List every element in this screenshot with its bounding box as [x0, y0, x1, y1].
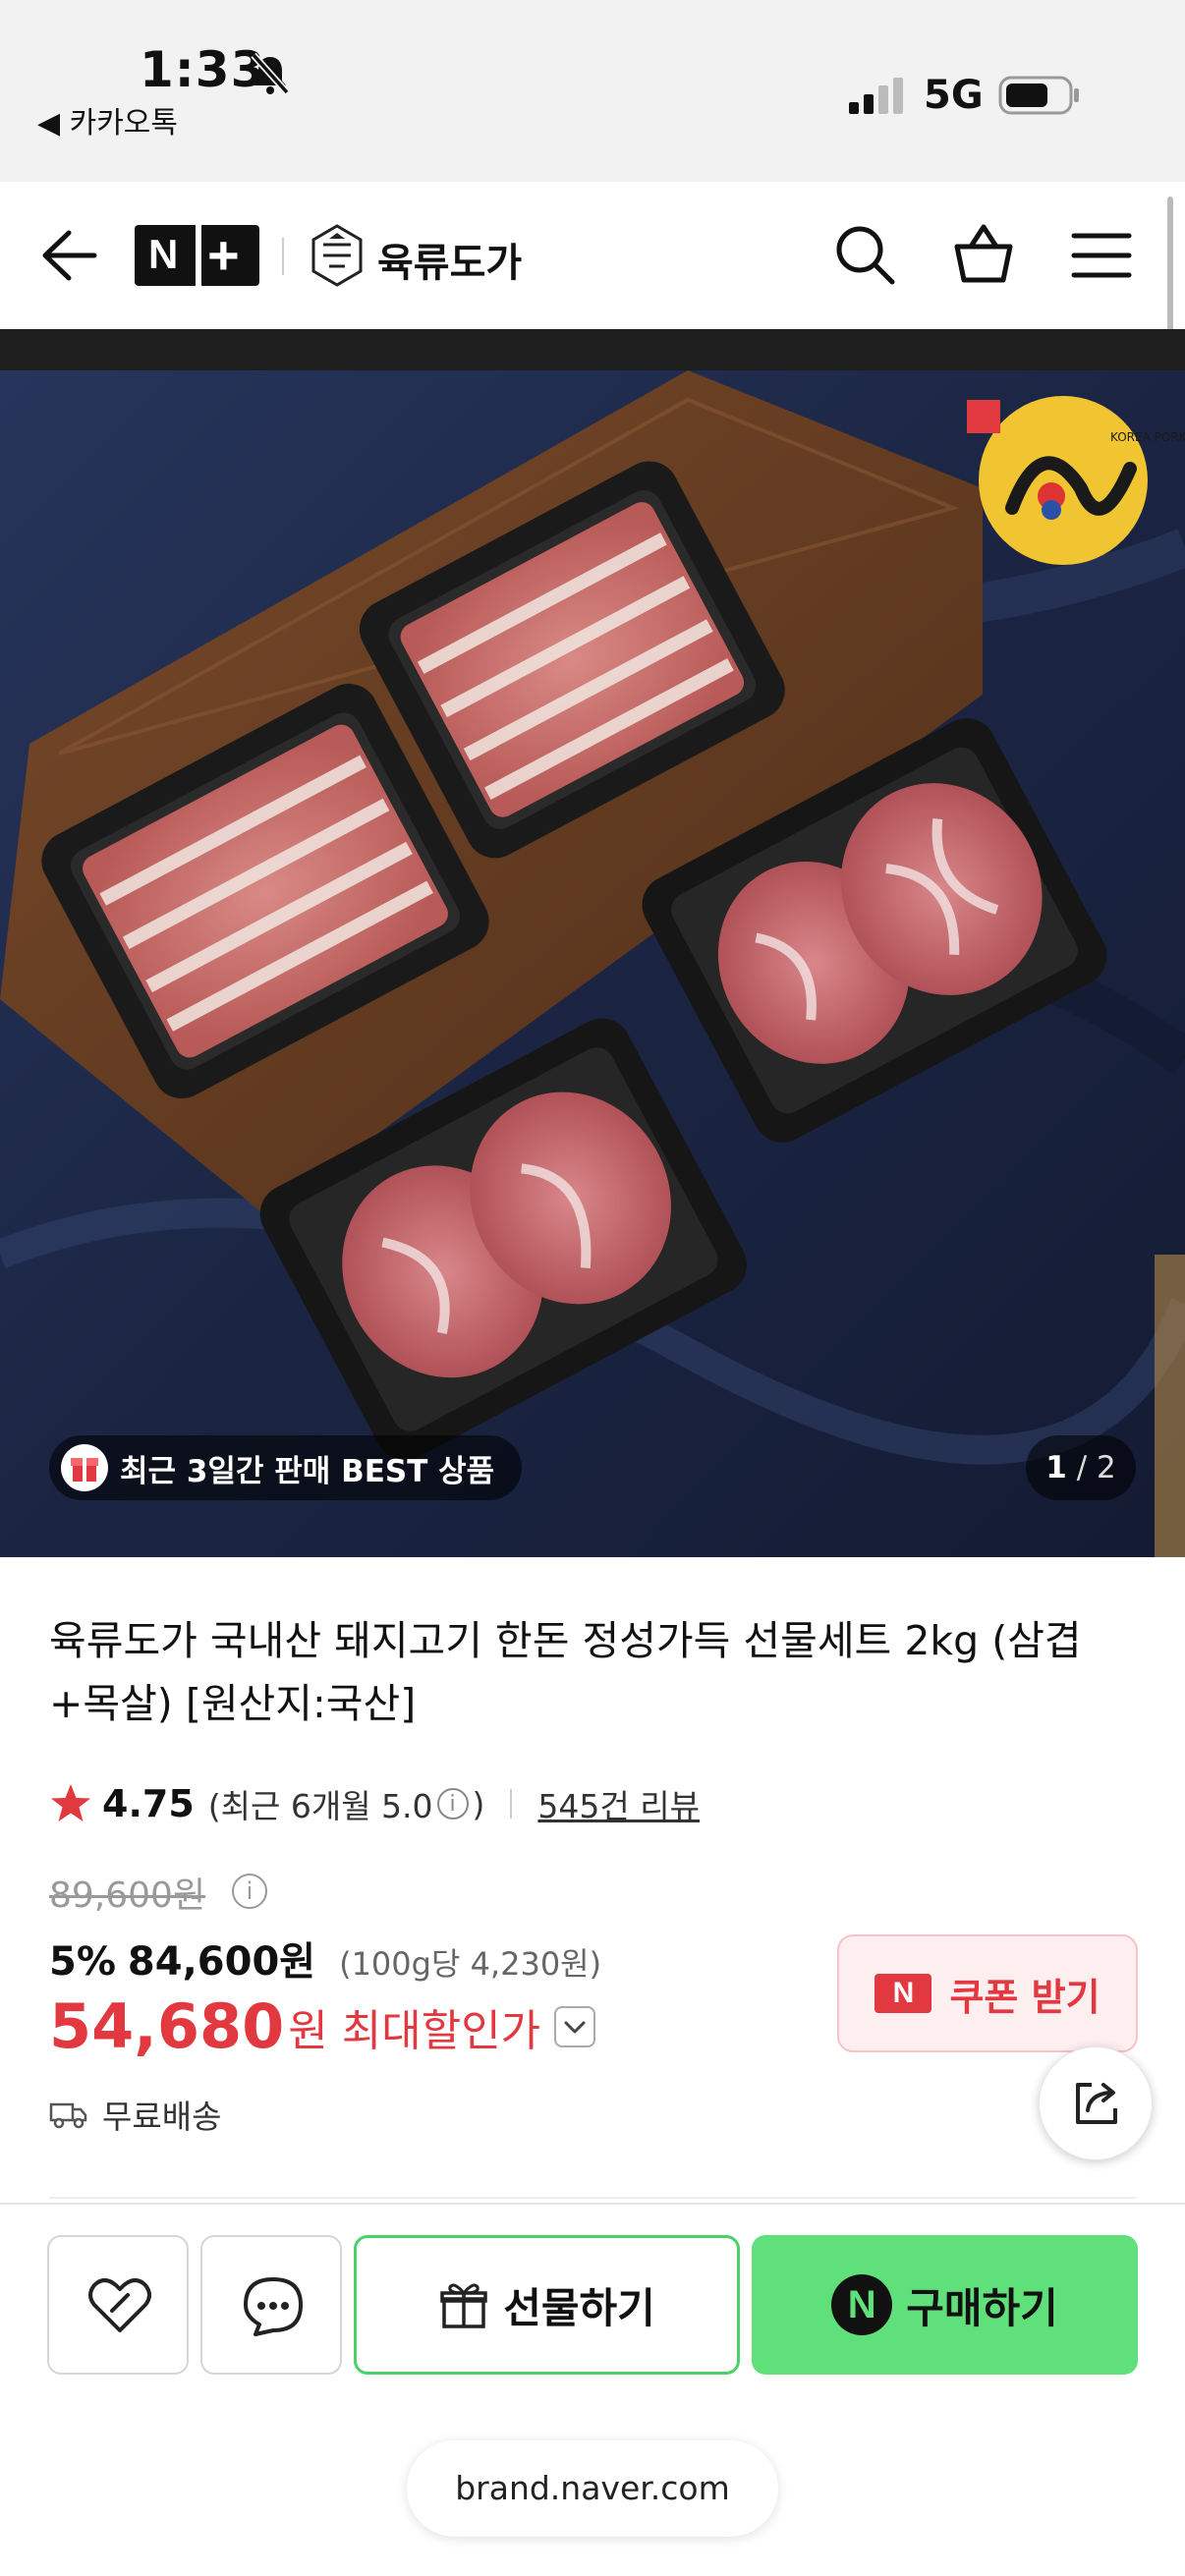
menu-icon[interactable] [1071, 231, 1132, 280]
best-seller-text: 최근 3일간 판매 BEST 상품 [120, 1453, 495, 1489]
silent-bell-icon [251, 52, 290, 95]
max-discount-label: 최대할인가 [341, 2005, 541, 2056]
brand-logo-icon[interactable] [310, 223, 365, 288]
buy-button[interactable]: N 구매하기 [752, 2235, 1138, 2375]
best-seller-badge: 최근 3일간 판매 BEST 상품 [49, 1435, 523, 1500]
unit-price: (100g당 4,230원) [339, 1945, 602, 1983]
shipping-text: 무료배송 [102, 2098, 222, 2136]
gift-label: 선물하기 [503, 2283, 655, 2332]
header-divider [282, 238, 284, 275]
discount-row: 5% 84,600원 (100g당 4,230원) [49, 1930, 601, 1987]
rating-row: 4.75 (최근 6개월 5.0 i ) 545건 리뷰 [49, 1776, 700, 1831]
product-title: 육류도가 국내산 돼지고기 한돈 정성가득 선물세트 2kg (삼겹+목살) [… [49, 1617, 1082, 1727]
final-price: 54,680 [49, 1990, 285, 2062]
discount-rate: 5% [49, 1939, 116, 1985]
rating-score: 4.75 [102, 1782, 195, 1825]
chevron-down-icon[interactable] [554, 2005, 596, 2047]
naver-plus-badge[interactable]: N + [135, 224, 259, 286]
header-shadow-strip [0, 329, 1185, 370]
heart-icon [88, 2278, 151, 2332]
section-divider [49, 2197, 1136, 2199]
recent-rating-close: ) [472, 1784, 485, 1823]
battery-icon [998, 76, 1079, 115]
naver-n-letter: N [148, 231, 179, 277]
bottom-bar-divider [0, 2203, 1185, 2205]
wishlist-button[interactable] [47, 2235, 189, 2375]
original-price: 89,600원 [49, 1876, 206, 1916]
star-icon [51, 1784, 90, 1821]
shipping-info: 무료배송 [49, 2091, 221, 2138]
gift-icon [440, 2283, 487, 2328]
brand-name[interactable]: 육류도가 [377, 231, 522, 288]
network-type: 5G [924, 73, 984, 118]
product-image-carousel[interactable]: KOREA PORK 최근 3일간 판매 BEST 상품 1 / 2 [0, 370, 1185, 1557]
browser-url-bar[interactable]: brand.naver.com [407, 2440, 778, 2537]
recent-rating: (최근 6개월 5.0 [207, 1787, 433, 1825]
carousel-page-indicator: 1 / 2 [1026, 1435, 1136, 1500]
back-arrow-icon[interactable] [39, 229, 98, 282]
top-navigation: N + 육류도가 [0, 182, 1185, 329]
info-icon[interactable]: i [436, 1788, 469, 1820]
svg-text:KOREA PORK: KOREA PORK [1110, 430, 1185, 444]
plus-sign: + [207, 224, 240, 286]
share-button[interactable] [1039, 2046, 1153, 2160]
discount-price: 84,600원 [127, 1939, 316, 1985]
coupon-label: 쿠폰 받기 [949, 1975, 1100, 2019]
get-coupon-button[interactable]: N 쿠폰 받기 [837, 1934, 1138, 2052]
search-icon[interactable] [833, 223, 896, 286]
final-price-row: 54,680 원 최대할인가 [49, 1990, 596, 2062]
status-bar: 1:33 ◀ 카카오톡 5G [0, 0, 1185, 182]
product-photo: KOREA PORK [0, 370, 1185, 1557]
naver-n-icon: N [875, 1974, 932, 2013]
share-icon [1076, 2083, 1117, 2124]
gift-button[interactable]: 선물하기 [354, 2235, 740, 2375]
chat-bubble-icon [244, 2277, 303, 2336]
final-price-currency: 원 [288, 2005, 328, 2056]
signal-icon [849, 78, 903, 114]
current-page: 1 [1045, 1450, 1067, 1485]
shopping-bag-icon[interactable] [951, 221, 1016, 286]
total-pages: 2 [1097, 1450, 1116, 1485]
gift-box-icon [61, 1444, 108, 1491]
return-to-app-link[interactable]: ◀ 카카오톡 [37, 98, 178, 141]
talk-talk-button[interactable] [200, 2235, 342, 2375]
buy-label: 구매하기 [906, 2283, 1058, 2332]
truck-icon [49, 2102, 87, 2129]
price-info-icon[interactable]: i [232, 1874, 267, 1909]
review-count-link[interactable]: 545건 리뷰 [537, 1780, 700, 1827]
naver-pay-icon: N [831, 2274, 893, 2335]
